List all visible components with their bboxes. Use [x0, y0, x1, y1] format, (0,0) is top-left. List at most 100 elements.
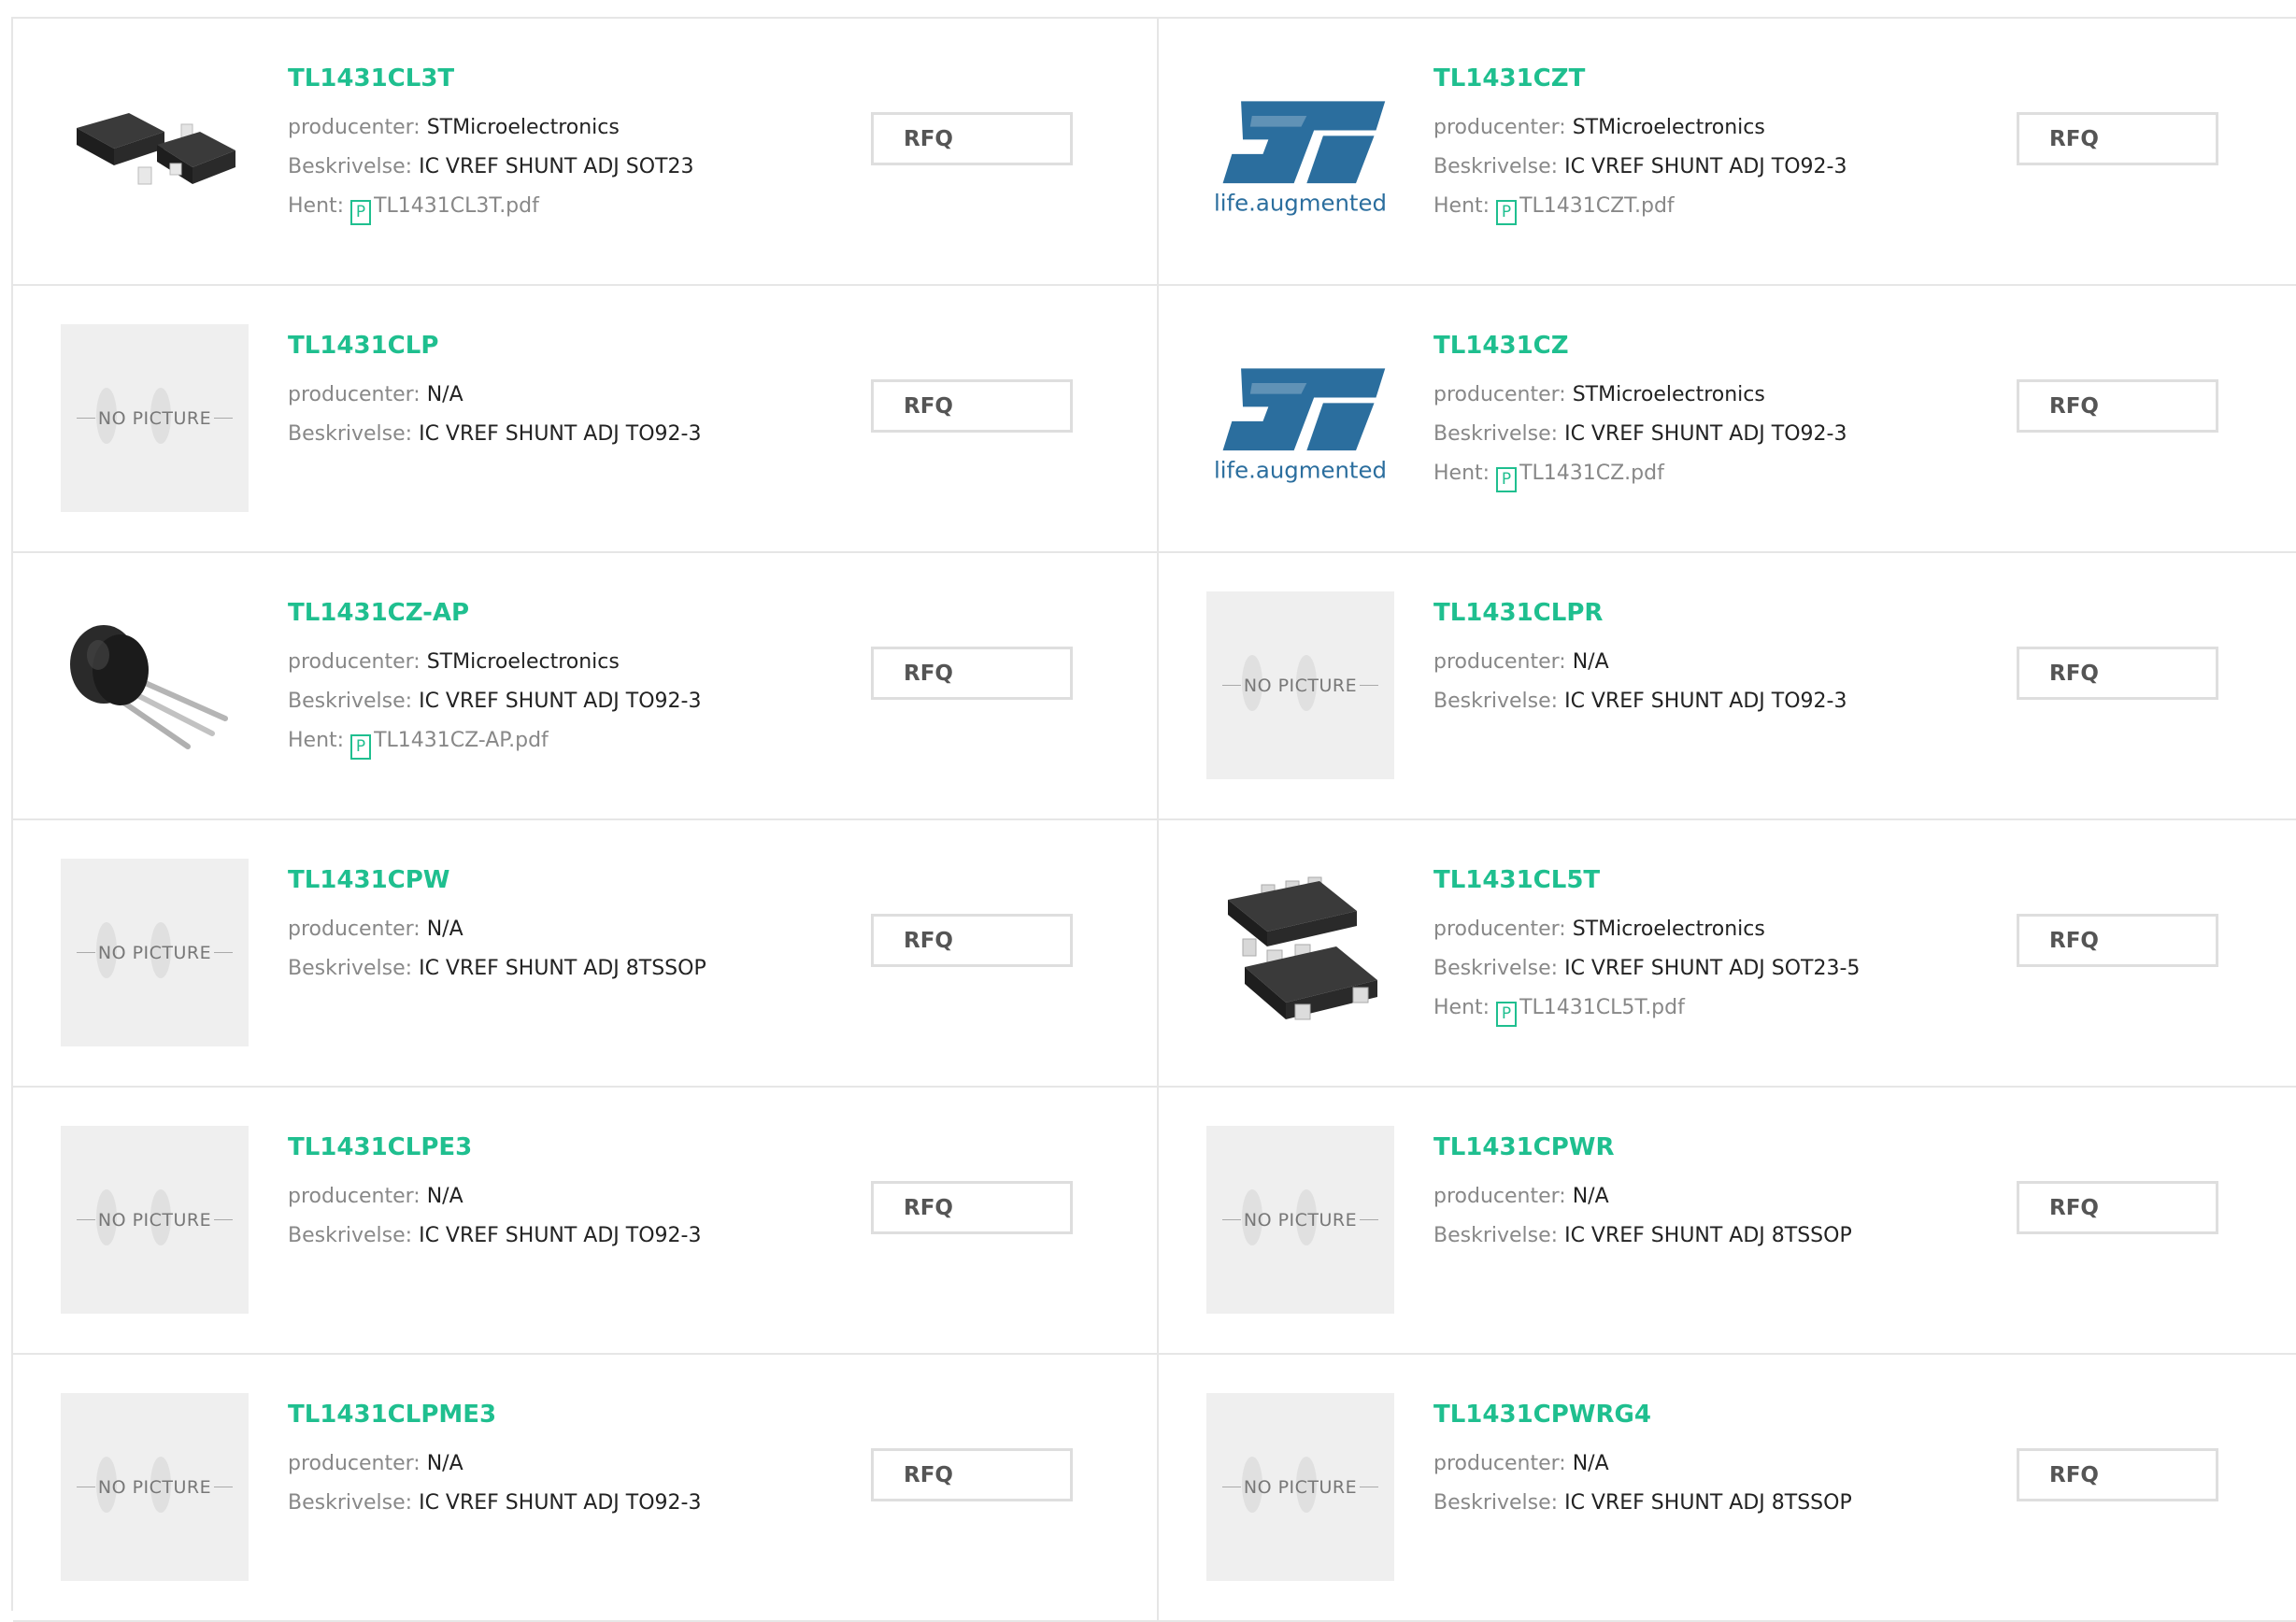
datasheet-link[interactable]: TL1431CZ-AP.pdf	[374, 729, 549, 752]
rfq-button[interactable]: RFQ	[2017, 647, 2218, 700]
no-picture-placeholder[interactable]: NO PICTURE	[61, 859, 249, 1046]
producer-value: N/A	[426, 1452, 463, 1475]
pdf-icon: P	[1496, 200, 1518, 225]
product-card: life.augmented TL1431CZT producenter: ST…	[1159, 19, 2296, 286]
product-title[interactable]: TL1431CL5T	[1433, 865, 2296, 895]
producer-label: producenter:	[288, 1185, 421, 1208]
producer-value: STMicroelectronics	[426, 650, 620, 674]
datasheet-link[interactable]: TL1431CZ.pdf	[1519, 462, 1664, 485]
description-value: IC VREF SHUNT ADJ SOT23-5	[1564, 957, 1861, 980]
description-value: IC VREF SHUNT ADJ 8TSSOP	[1564, 1491, 1852, 1515]
no-picture-label: NO PICTURE	[97, 407, 212, 429]
download-row: Hent: P TL1431CZT.pdf	[1433, 187, 2296, 226]
product-title[interactable]: TL1431CLPME3	[288, 1400, 1157, 1430]
producer-label: producenter:	[1433, 116, 1566, 139]
description-value: IC VREF SHUNT ADJ TO92-3	[1564, 690, 1847, 713]
rfq-button[interactable]: RFQ	[871, 914, 1073, 967]
rfq-button[interactable]: RFQ	[2017, 1448, 2218, 1501]
producer-label: producenter:	[288, 650, 421, 674]
product-title[interactable]: TL1431CLP	[288, 331, 1157, 361]
no-picture-placeholder[interactable]: NO PICTURE	[61, 1126, 249, 1314]
product-card: life.augmented TL1431CZ producenter: STM…	[1159, 286, 2296, 553]
description-value: IC VREF SHUNT ADJ TO92-3	[1564, 422, 1847, 446]
st-logo-icon[interactable]: life.augmented	[1206, 324, 1394, 512]
description-label: Beskrivelse:	[288, 690, 413, 713]
no-picture-placeholder[interactable]: NO PICTURE	[1206, 591, 1394, 779]
product-title[interactable]: TL1431CLPE3	[288, 1132, 1157, 1162]
description-label: Beskrivelse:	[288, 1224, 413, 1247]
product-title[interactable]: TL1431CLPR	[1433, 598, 2296, 628]
producer-label: producenter:	[1433, 1452, 1566, 1475]
datasheet-link[interactable]: TL1431CZT.pdf	[1519, 194, 1675, 218]
download-row: Hent: P TL1431CL5T.pdf	[1433, 989, 2296, 1028]
product-title[interactable]: TL1431CPWRG4	[1433, 1400, 2296, 1430]
producer-label: producenter:	[1433, 383, 1566, 406]
no-picture-placeholder[interactable]: NO PICTURE	[1206, 1126, 1394, 1314]
rfq-button[interactable]: RFQ	[871, 1181, 1073, 1234]
rfq-button[interactable]: RFQ	[871, 1448, 1073, 1501]
datasheet-link[interactable]: TL1431CL5T.pdf	[1519, 996, 1685, 1019]
product-card: TL1431CZ-AP producenter: STMicroelectron…	[13, 553, 1159, 820]
product-card: NO PICTURE TL1431CLPME3 producenter: N/A…	[13, 1355, 1159, 1622]
product-title[interactable]: TL1431CL3T	[288, 64, 1157, 93]
producer-value: STMicroelectronics	[1572, 383, 1765, 406]
producer-value: N/A	[426, 1185, 463, 1208]
product-title[interactable]: TL1431CPW	[288, 865, 1157, 895]
producer-value: STMicroelectronics	[426, 116, 620, 139]
download-label: Hent:	[1433, 462, 1490, 485]
download-label: Hent:	[1433, 194, 1490, 218]
product-title[interactable]: TL1431CZ	[1433, 331, 2296, 361]
no-picture-label: NO PICTURE	[97, 1209, 212, 1231]
rfq-button[interactable]: RFQ	[2017, 1181, 2218, 1234]
no-picture-label: NO PICTURE	[1243, 1476, 1358, 1498]
rfq-button[interactable]: RFQ	[2017, 112, 2218, 165]
product-card: NO PICTURE TL1431CPWR producenter: N/A B…	[1159, 1088, 2296, 1355]
producer-label: producenter:	[288, 383, 421, 406]
producer-label: producenter:	[1433, 918, 1566, 941]
producer-label: producenter:	[288, 1452, 421, 1475]
rfq-button[interactable]: RFQ	[871, 647, 1073, 700]
rfq-button[interactable]: RFQ	[2017, 379, 2218, 433]
download-row: Hent: P TL1431CZ.pdf	[1433, 454, 2296, 493]
product-card: NO PICTURE TL1431CLPR producenter: N/A B…	[1159, 553, 2296, 820]
product-title[interactable]: TL1431CPWR	[1433, 1132, 2296, 1162]
no-picture-label: NO PICTURE	[97, 942, 212, 963]
product-image-to92-transistor[interactable]	[61, 591, 249, 779]
description-label: Beskrivelse:	[288, 957, 413, 980]
pdf-icon: P	[1496, 1002, 1518, 1027]
rfq-button[interactable]: RFQ	[871, 379, 1073, 433]
producer-value: STMicroelectronics	[1572, 918, 1765, 941]
description-value: IC VREF SHUNT ADJ TO92-3	[419, 690, 702, 713]
pdf-icon: P	[1496, 467, 1518, 492]
rfq-button[interactable]: RFQ	[871, 112, 1073, 165]
product-card: TL1431CL5T producenter: STMicroelectroni…	[1159, 820, 2296, 1088]
product-title[interactable]: TL1431CZT	[1433, 64, 2296, 93]
download-row: Hent: P TL1431CZ-AP.pdf	[288, 721, 1157, 761]
logo-tagline: life.augmented	[1214, 189, 1387, 216]
description-label: Beskrivelse:	[1433, 422, 1559, 446]
description-value: IC VREF SHUNT ADJ TO92-3	[419, 422, 702, 446]
product-card: NO PICTURE TL1431CLPE3 producenter: N/A …	[13, 1088, 1159, 1355]
description-label: Beskrivelse:	[1433, 957, 1559, 980]
no-picture-placeholder[interactable]: NO PICTURE	[61, 1393, 249, 1581]
producer-label: producenter:	[1433, 1185, 1566, 1208]
description-label: Beskrivelse:	[1433, 1224, 1559, 1247]
rfq-button[interactable]: RFQ	[2017, 914, 2218, 967]
st-logo-icon[interactable]: life.augmented	[1206, 57, 1394, 245]
product-title[interactable]: TL1431CZ-AP	[288, 598, 1157, 628]
description-label: Beskrivelse:	[1433, 155, 1559, 178]
description-label: Beskrivelse:	[288, 1491, 413, 1515]
datasheet-link[interactable]: TL1431CL3T.pdf	[374, 194, 539, 218]
no-picture-placeholder[interactable]: NO PICTURE	[61, 324, 249, 512]
description-label: Beskrivelse:	[288, 422, 413, 446]
pdf-icon: P	[350, 734, 372, 760]
producer-value: N/A	[1572, 1185, 1609, 1208]
description-value: IC VREF SHUNT ADJ TO92-3	[419, 1491, 702, 1515]
no-picture-placeholder[interactable]: NO PICTURE	[1206, 1393, 1394, 1581]
producer-value: N/A	[1572, 1452, 1609, 1475]
product-image-sot23-5-chip[interactable]	[1206, 859, 1394, 1046]
producer-label: producenter:	[288, 918, 421, 941]
no-picture-label: NO PICTURE	[1243, 675, 1358, 696]
product-grid: TL1431CL3T producenter: STMicroelectroni…	[11, 17, 2296, 1622]
product-image-sot23-chip[interactable]	[61, 57, 249, 245]
